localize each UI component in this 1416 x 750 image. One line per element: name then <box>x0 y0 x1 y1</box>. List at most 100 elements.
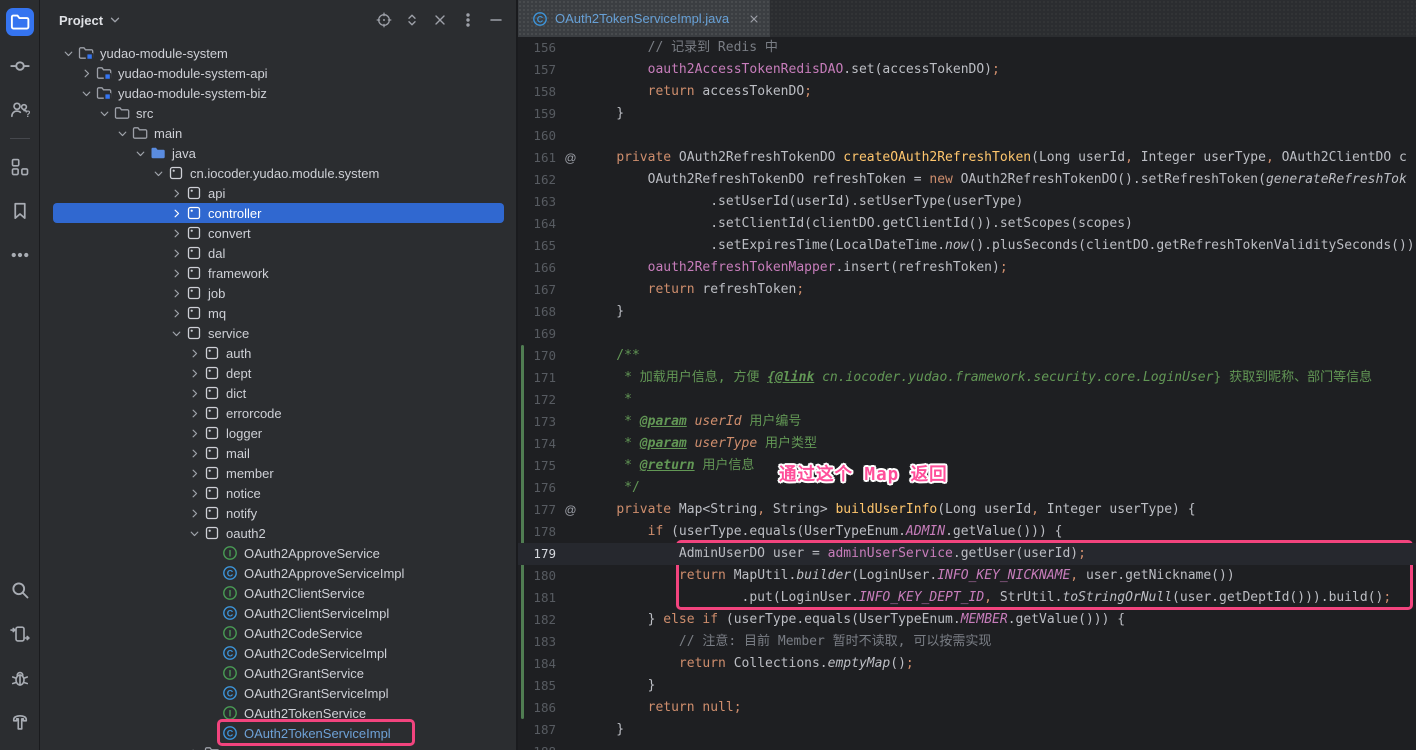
code-line-157[interactable]: 157 oauth2AccessTokenRedisDAO.set(access… <box>518 59 1416 81</box>
code-line-185[interactable]: 185 } <box>518 675 1416 697</box>
tree-row-service[interactable]: service <box>53 323 504 343</box>
line-number[interactable]: 164 <box>518 213 556 235</box>
chevron-right-icon[interactable] <box>186 345 202 361</box>
tree-row-oauth2approveservice[interactable]: IOAuth2ApproveService <box>53 543 504 563</box>
line-number[interactable]: 168 <box>518 301 556 323</box>
code-line-161[interactable]: 161@ private OAuth2RefreshTokenDO create… <box>518 147 1416 169</box>
chevron-down-icon[interactable] <box>150 165 166 181</box>
code-line-166[interactable]: 166 oauth2RefreshTokenMapper.insert(refr… <box>518 257 1416 279</box>
line-number[interactable]: 176 <box>518 477 556 499</box>
code-line-172[interactable]: 172 * <box>518 389 1416 411</box>
tree-row-oauth2grantserviceimpl[interactable]: COAuth2GrantServiceImpl <box>53 683 504 703</box>
tree-row-oauth2codeservice[interactable]: IOAuth2CodeService <box>53 623 504 643</box>
gutter[interactable]: 166 <box>518 257 585 279</box>
chevron-down-icon[interactable] <box>168 325 184 341</box>
tree-row-dept[interactable]: dept <box>53 363 504 383</box>
tree-row-oauth2clientservice[interactable]: IOAuth2ClientService <box>53 583 504 603</box>
close-icon[interactable] <box>748 13 760 25</box>
tree-row-convert[interactable]: convert <box>53 223 504 243</box>
code-line-175[interactable]: 175 * @return 用户信息 <box>518 455 1416 477</box>
more-icon[interactable] <box>6 241 34 269</box>
code-line-168[interactable]: 168 } <box>518 301 1416 323</box>
gutter[interactable]: 164 <box>518 213 585 235</box>
line-number[interactable]: 184 <box>518 653 556 675</box>
line-number[interactable]: 165 <box>518 235 556 257</box>
chevron-right-icon[interactable] <box>168 185 184 201</box>
tab-oauth2tokenserviceimpl[interactable]: C OAuth2TokenServiceImpl.java <box>518 0 770 37</box>
chevron-right-icon[interactable] <box>78 65 94 81</box>
gutter[interactable]: 167 <box>518 279 585 301</box>
build-icon[interactable] <box>6 708 34 736</box>
tree-row-logger[interactable]: logger <box>53 423 504 443</box>
tree-row-errorcode[interactable]: errorcode <box>53 403 504 423</box>
tree-row-notify[interactable]: notify <box>53 503 504 523</box>
annotation-gutter-icon[interactable]: @ <box>556 147 585 169</box>
code-line-156[interactable]: 156 // 记录到 Redis 中 <box>518 37 1416 59</box>
tree-row-oauth2approveserviceimpl[interactable]: COAuth2ApproveServiceImpl <box>53 563 504 583</box>
gutter[interactable]: 169 <box>518 323 585 345</box>
chevron-right-icon[interactable] <box>186 505 202 521</box>
chevron-right-icon[interactable] <box>186 465 202 481</box>
gutter[interactable]: 185 <box>518 675 585 697</box>
line-number[interactable]: 156 <box>518 37 556 59</box>
tree-row-yudao-module-system-api[interactable]: yudao-module-system-api <box>53 63 504 83</box>
line-number[interactable]: 169 <box>518 323 556 345</box>
code-line-162[interactable]: 162 OAuth2RefreshTokenDO refreshToken = … <box>518 169 1416 191</box>
chevron-right-icon[interactable] <box>168 205 184 221</box>
chevron-right-icon[interactable] <box>186 485 202 501</box>
gutter[interactable]: 173 <box>518 411 585 433</box>
gutter[interactable]: 175 <box>518 455 585 477</box>
code-line-169[interactable]: 169 <box>518 323 1416 345</box>
gutter[interactable]: 161@ <box>518 147 585 169</box>
tree-row-dal[interactable]: dal <box>53 243 504 263</box>
tree-row-src[interactable]: src <box>53 103 504 123</box>
line-number[interactable]: 174 <box>518 433 556 455</box>
gutter[interactable]: 174 <box>518 433 585 455</box>
chevron-right-icon[interactable] <box>186 425 202 441</box>
code-line-181[interactable]: 181 .put(LoginUser.INFO_KEY_DEPT_ID, Str… <box>518 587 1416 609</box>
gutter[interactable]: 179 <box>518 543 585 565</box>
code-line-183[interactable]: 183 // 注意: 目前 Member 暂时不读取, 可以按需实现 <box>518 631 1416 653</box>
line-number[interactable]: 171 <box>518 367 556 389</box>
gutter[interactable]: 183 <box>518 631 585 653</box>
tree-row-oauth2grantservice[interactable]: IOAuth2GrantService <box>53 663 504 683</box>
chevron-right-icon[interactable] <box>168 305 184 321</box>
gutter[interactable]: 187 <box>518 719 585 741</box>
chevron-down-icon[interactable] <box>96 105 112 121</box>
chevron-right-icon[interactable] <box>168 265 184 281</box>
gutter[interactable]: 178 <box>518 521 585 543</box>
chevron-down-icon[interactable] <box>186 525 202 541</box>
line-number[interactable]: 178 <box>518 521 556 543</box>
code-line-186[interactable]: 186 return null; <box>518 697 1416 719</box>
gutter[interactable]: 182 <box>518 609 585 631</box>
gutter[interactable]: 184 <box>518 653 585 675</box>
line-number[interactable]: 157 <box>518 59 556 81</box>
tree-row-controller[interactable]: controller <box>53 203 504 223</box>
line-number[interactable]: 173 <box>518 411 556 433</box>
code-line-158[interactable]: 158 return accessTokenDO; <box>518 81 1416 103</box>
commit-icon[interactable] <box>6 52 34 80</box>
line-number[interactable]: 188 <box>518 741 556 750</box>
tree-row-oauth2tokenservice[interactable]: IOAuth2TokenService <box>53 703 504 723</box>
gutter[interactable]: 156 <box>518 37 585 59</box>
line-number[interactable]: 187 <box>518 719 556 741</box>
chevron-down-icon[interactable] <box>60 45 76 61</box>
tree-row-java[interactable]: java <box>53 143 504 163</box>
chevron-down-icon[interactable] <box>78 85 94 101</box>
line-number[interactable]: 183 <box>518 631 556 653</box>
gutter[interactable]: 168 <box>518 301 585 323</box>
gutter[interactable]: 170 <box>518 345 585 367</box>
gutter[interactable]: 176 <box>518 477 585 499</box>
gutter[interactable]: 162 <box>518 169 585 191</box>
line-number[interactable]: 162 <box>518 169 556 191</box>
chevron-right-icon[interactable] <box>186 445 202 461</box>
code-line-182[interactable]: 182 } else if (userType.equals(UserTypeE… <box>518 609 1416 631</box>
search-icon[interactable] <box>6 576 34 604</box>
code-line-188[interactable]: 188 <box>518 741 1416 750</box>
code-line-171[interactable]: 171 * 加载用户信息, 方便 {@link cn.iocoder.yudao… <box>518 367 1416 389</box>
tree-row-job[interactable]: job <box>53 283 504 303</box>
options-kebab-icon[interactable] <box>460 12 476 28</box>
line-number[interactable]: 163 <box>518 191 556 213</box>
pull-requests-icon[interactable]: ? <box>6 96 34 124</box>
code-line-178[interactable]: 178 if (userType.equals(UserTypeEnum.ADM… <box>518 521 1416 543</box>
